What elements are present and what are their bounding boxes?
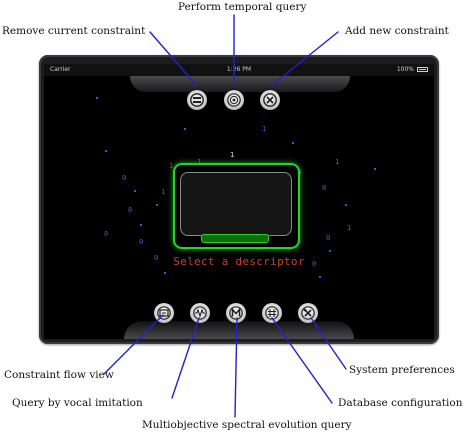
vocal-imitation-button[interactable] — [190, 303, 210, 323]
app-screen: Carrier 1:26 PM 100% 1 1 1 0 0 0 1 0 1 0… — [44, 64, 434, 339]
descriptor-canvas[interactable] — [180, 172, 292, 236]
background-dot — [96, 97, 98, 99]
spectral-evolution-button[interactable] — [226, 303, 246, 323]
grid-icon — [265, 306, 279, 320]
background-dot — [319, 276, 321, 278]
battery-percent: 100% — [396, 66, 414, 73]
add-constraint-icon — [263, 93, 277, 107]
add-constraint-button[interactable] — [260, 90, 280, 110]
bottom-toolbar — [124, 321, 354, 339]
background-dot — [184, 128, 186, 130]
database-configuration-button[interactable] — [262, 303, 282, 323]
background-dot — [329, 250, 331, 252]
constraint-flow-view-button[interactable] — [154, 303, 174, 323]
background-dot — [134, 190, 136, 192]
background-dot — [164, 272, 166, 274]
background-dot — [292, 142, 294, 144]
remove-constraint-button[interactable] — [187, 90, 207, 110]
callout-remove-current-constraint: Remove current constraint — [2, 25, 146, 37]
battery-icon — [417, 67, 428, 72]
m-letter-icon — [229, 306, 243, 320]
background-digit: 1 — [161, 188, 166, 196]
select-descriptor-label: Select a descriptor — [173, 255, 305, 268]
callout-multiobjective-spectral-query: Multiobjective spectral evolution query — [142, 419, 352, 431]
background-dot — [156, 204, 158, 206]
background-digit: 1 — [347, 224, 352, 232]
descriptor-slider[interactable] — [201, 234, 269, 243]
background-digit: 0 — [122, 174, 127, 182]
temporal-query-icon — [227, 93, 241, 107]
temporal-query-button[interactable] — [224, 90, 244, 110]
waveform-icon — [193, 306, 207, 320]
background-digit: 1 — [335, 158, 340, 166]
background-digit: 0 — [139, 238, 144, 246]
callout-perform-temporal-query: Perform temporal query — [178, 1, 307, 13]
clock-label: 1:26 PM — [226, 66, 252, 73]
background-dot — [140, 224, 142, 226]
tools-icon — [301, 306, 315, 320]
remove-constraint-icon — [190, 93, 204, 107]
background-digit: 0 — [322, 184, 327, 192]
status-bar: Carrier 1:26 PM 100% — [44, 64, 434, 76]
background-dot — [374, 168, 376, 170]
background-dot — [345, 204, 347, 206]
background-digit: 0 — [326, 234, 331, 242]
callout-query-by-vocal-imitation: Query by vocal imitation — [12, 397, 143, 409]
callout-system-preferences: System preferences — [349, 364, 455, 376]
background-digit: 1 — [262, 125, 267, 133]
callout-database-configuration: Database configuration — [338, 397, 463, 409]
callout-constraint-flow-view: Constraint flow view — [4, 369, 114, 381]
background-digit: 0 — [128, 206, 133, 214]
background-dot — [105, 150, 107, 152]
background-digit: 0 — [104, 230, 109, 238]
flow-view-icon — [157, 306, 171, 320]
callout-add-new-constraint: Add new constraint — [345, 25, 449, 37]
background-digit: 1 — [230, 151, 235, 159]
system-preferences-button[interactable] — [298, 303, 318, 323]
top-toolbar — [130, 76, 350, 92]
